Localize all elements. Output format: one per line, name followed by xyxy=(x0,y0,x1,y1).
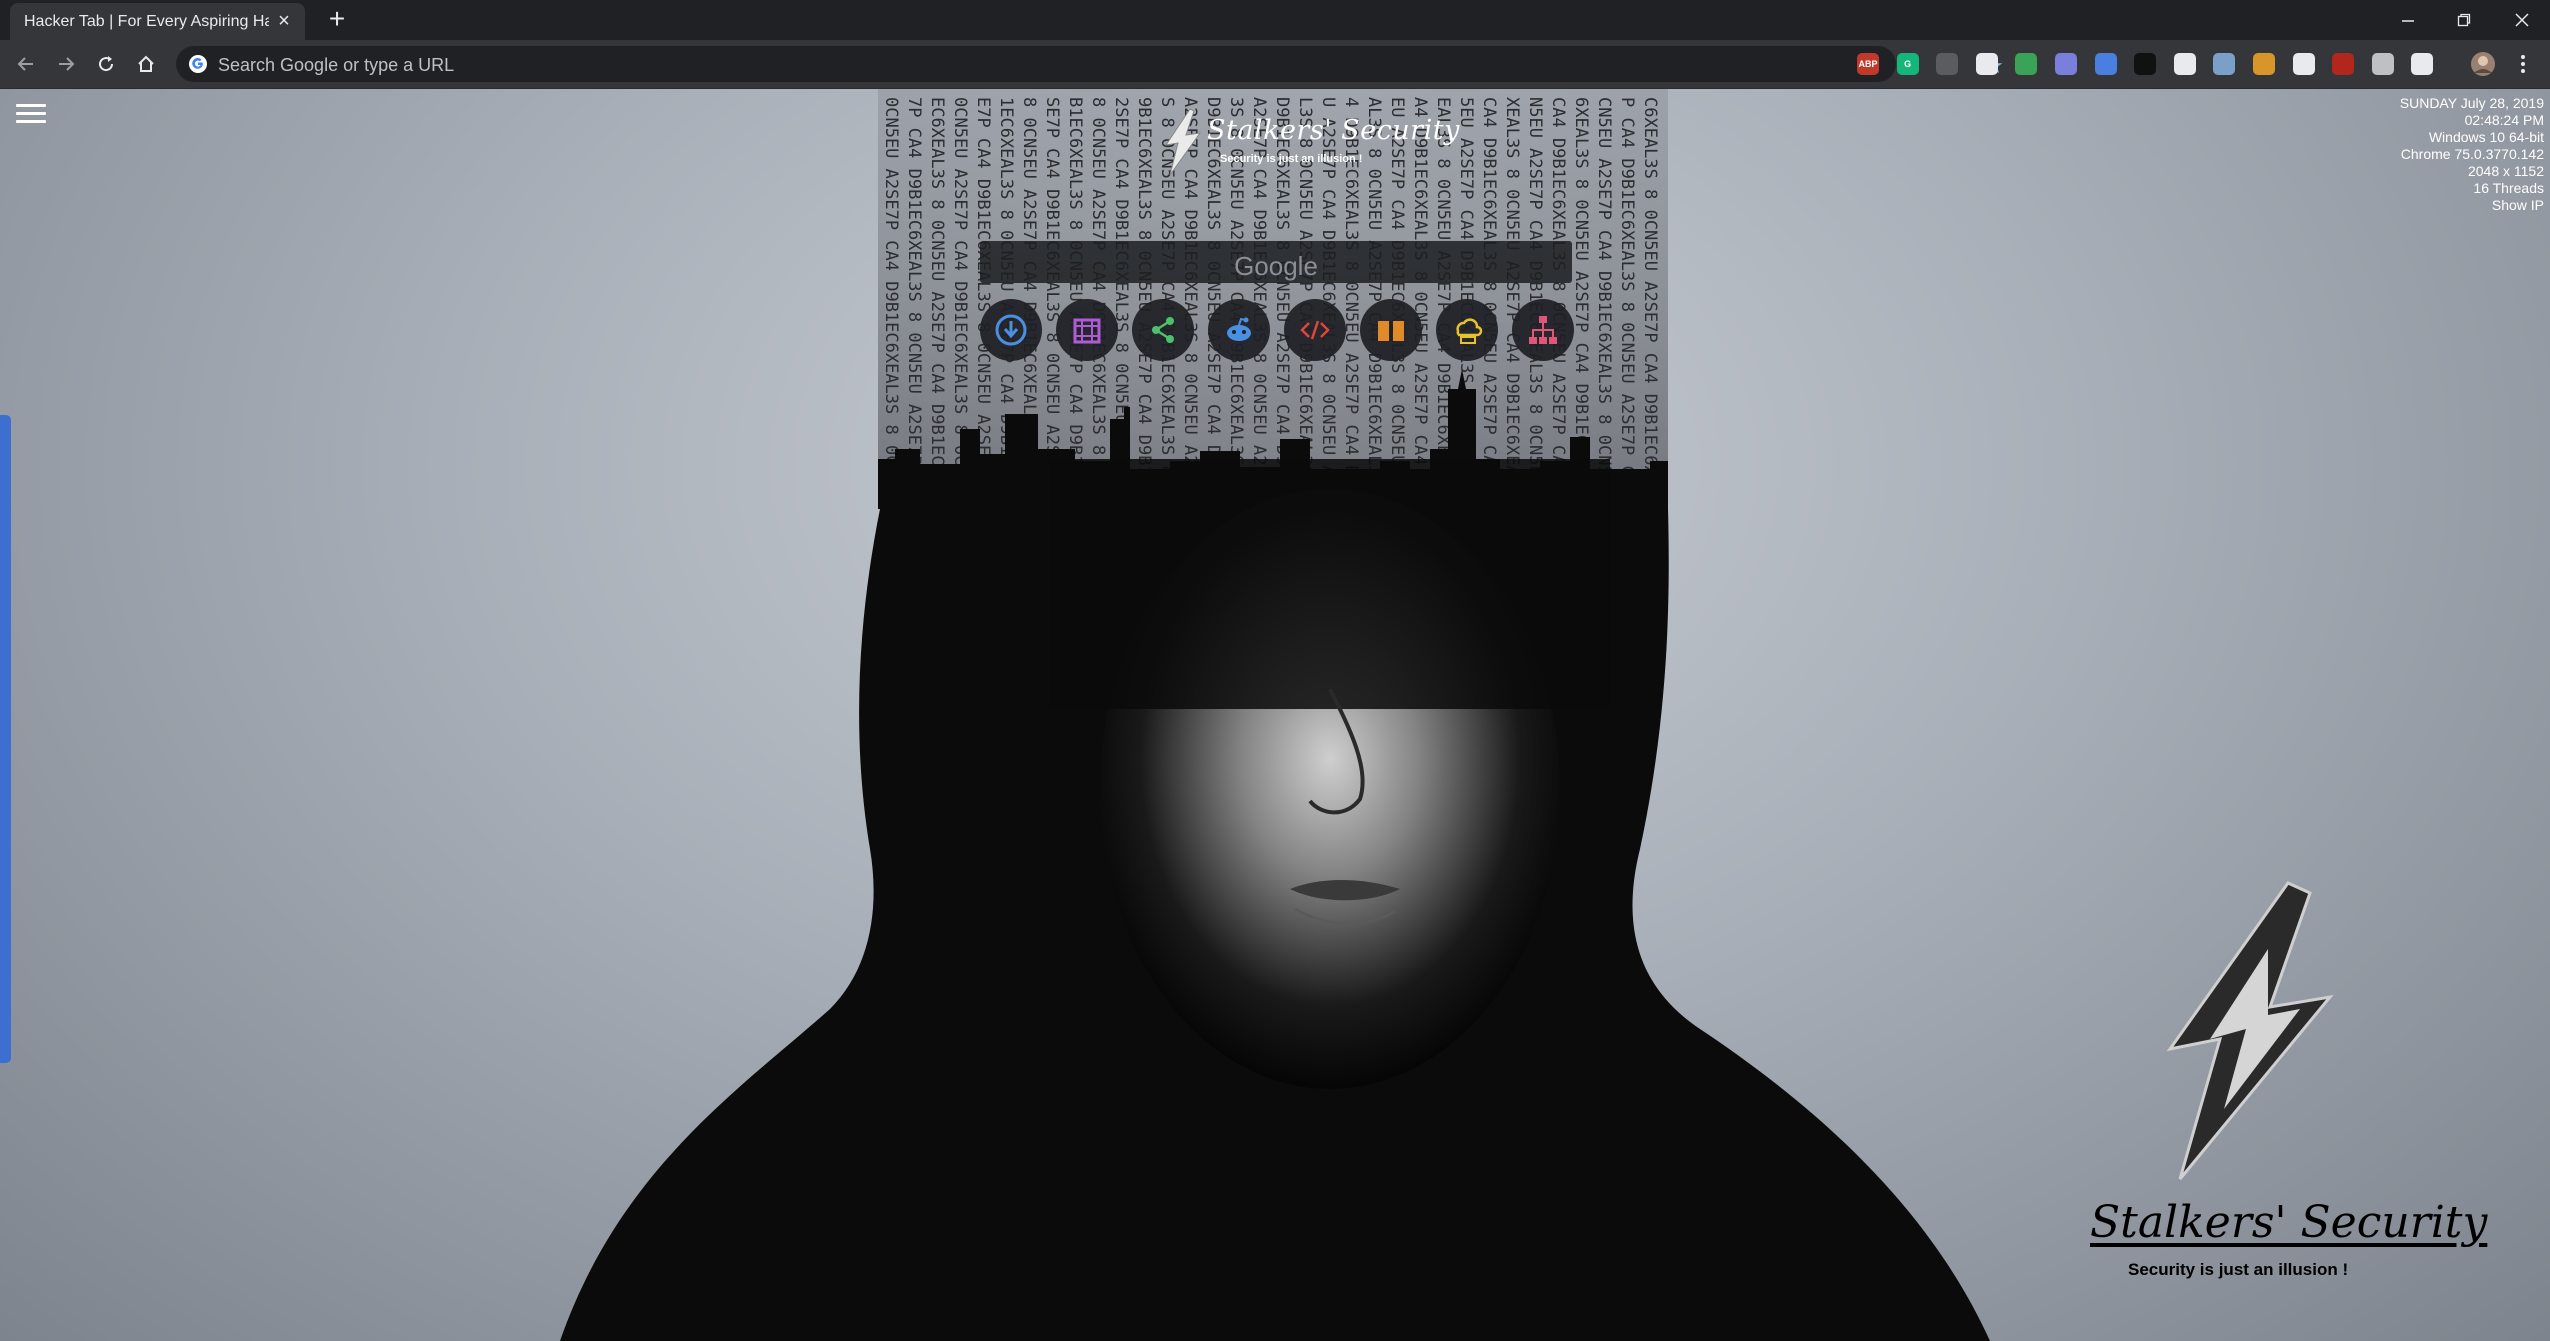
new-tab-page: 0CN5EU A2SE7P CA4 D9B1EC6XEAL3S 8 0CN5EU… xyxy=(0,89,2550,1341)
grid-extension-icon[interactable] xyxy=(2292,53,2315,75)
google-search-box[interactable]: Google xyxy=(980,241,1572,283)
download-icon xyxy=(995,314,1027,346)
sysinfo-time: 02:48:24 PM xyxy=(2464,112,2544,128)
watermark-title: Stalkers' Security xyxy=(2090,1197,2488,1248)
browser-toolbar: Search Google or type a URL ★ xyxy=(0,40,2550,89)
watermark-subtitle: Security is just an illusion ! xyxy=(2128,1260,2349,1279)
active-tab[interactable]: Hacker Tab | For Every Aspiring Hacker × xyxy=(10,3,305,40)
google-icon xyxy=(189,55,207,73)
omnibox[interactable]: Search Google or type a URL ★ xyxy=(176,46,2004,82)
search-placeholder: Google xyxy=(1234,251,1318,281)
back-icon[interactable] xyxy=(8,46,44,82)
system-info-panel: SUNDAY July 28, 2019 02:48:24 PM Windows… xyxy=(2400,95,2544,214)
reload-icon[interactable] xyxy=(88,46,124,82)
logo-subtitle: Security is just an illusion ! xyxy=(1220,153,1363,165)
adblock-plus-icon[interactable]: ABP xyxy=(1857,53,1879,75)
book-shortcut[interactable] xyxy=(1360,299,1422,361)
sysinfo-browser: Chrome 75.0.3770.142 xyxy=(2400,146,2544,162)
new-tab-button[interactable]: + xyxy=(322,4,352,34)
book-icon xyxy=(1378,321,1404,341)
tab-title: Hacker Tab | For Every Aspiring Hacker xyxy=(24,12,269,30)
sysinfo-date: SUNDAY July 28, 2019 xyxy=(2399,95,2544,111)
sysinfo-os: Windows 10 64-bit xyxy=(2428,129,2544,145)
cloud-drive-icon xyxy=(1456,318,1483,344)
red-extension-icon[interactable] xyxy=(2332,53,2355,75)
lightning-logo-icon xyxy=(1164,108,1202,176)
speed-extension-icon[interactable] xyxy=(2173,53,2196,75)
sysinfo-resolution: 2048 x 1152 xyxy=(2467,163,2544,179)
grammarly-icon[interactable]: G xyxy=(1896,53,1919,75)
movies-shortcut[interactable] xyxy=(1056,299,1118,361)
close-window-icon[interactable] xyxy=(2494,0,2550,40)
stalkers-security-watermark: Stalkers' Security Security is just an i… xyxy=(2090,879,2487,1299)
sitemap-shortcut[interactable] xyxy=(1512,299,1574,361)
film-icon xyxy=(1073,318,1101,344)
restore-icon[interactable] xyxy=(2436,0,2492,40)
sitemap-icon xyxy=(1529,316,1557,344)
camera-extension-icon[interactable] xyxy=(2371,53,2394,75)
block-extension-icon[interactable] xyxy=(2055,53,2077,75)
circle-extension-icon[interactable] xyxy=(1975,53,1998,75)
tab-close-icon[interactable]: × xyxy=(273,10,295,32)
puzzle-extension-icon[interactable] xyxy=(2253,53,2275,75)
drop-extension-icon[interactable] xyxy=(2134,53,2157,75)
show-ip-link[interactable]: Show IP xyxy=(2400,197,2544,214)
minimize-icon[interactable] xyxy=(2380,0,2436,40)
reddit-icon xyxy=(1227,317,1251,341)
side-panel-handle[interactable] xyxy=(0,415,11,1063)
hamburger-menu-icon[interactable] xyxy=(16,99,46,129)
shortcut-row xyxy=(980,299,1574,369)
tab-strip: Hacker Tab | For Every Aspiring Hacker ×… xyxy=(0,0,2550,40)
omnibox-placeholder: Search Google or type a URL xyxy=(218,55,455,75)
color-extension-icon[interactable] xyxy=(2015,53,2038,75)
sysinfo-threads: 16 Threads xyxy=(2473,180,2544,196)
profile-avatar[interactable] xyxy=(2465,46,2501,82)
lightning-watermark-icon xyxy=(2166,881,2334,1180)
cookie-extension-icon[interactable] xyxy=(2213,53,2236,75)
reddit-shortcut[interactable] xyxy=(1208,299,1270,361)
menu-dots-icon[interactable] xyxy=(2505,46,2541,82)
download-shortcut[interactable] xyxy=(980,299,1042,361)
code-shortcut[interactable] xyxy=(1284,299,1346,361)
logo-title: Stalkers' Security xyxy=(1207,115,1460,146)
mail-extension-icon[interactable] xyxy=(1936,53,1959,75)
stalkers-security-logo: Stalkers' Security Security is just an i… xyxy=(1160,107,1459,177)
share-icon xyxy=(1152,317,1174,343)
battery-extension-icon[interactable] xyxy=(2411,53,2434,75)
cloud-storage-shortcut[interactable] xyxy=(1436,299,1498,361)
forward-icon[interactable] xyxy=(48,46,84,82)
home-icon[interactable] xyxy=(128,46,164,82)
code-icon xyxy=(1300,320,1330,340)
share-shortcut[interactable] xyxy=(1132,299,1194,361)
translate-icon[interactable] xyxy=(2094,53,2117,75)
